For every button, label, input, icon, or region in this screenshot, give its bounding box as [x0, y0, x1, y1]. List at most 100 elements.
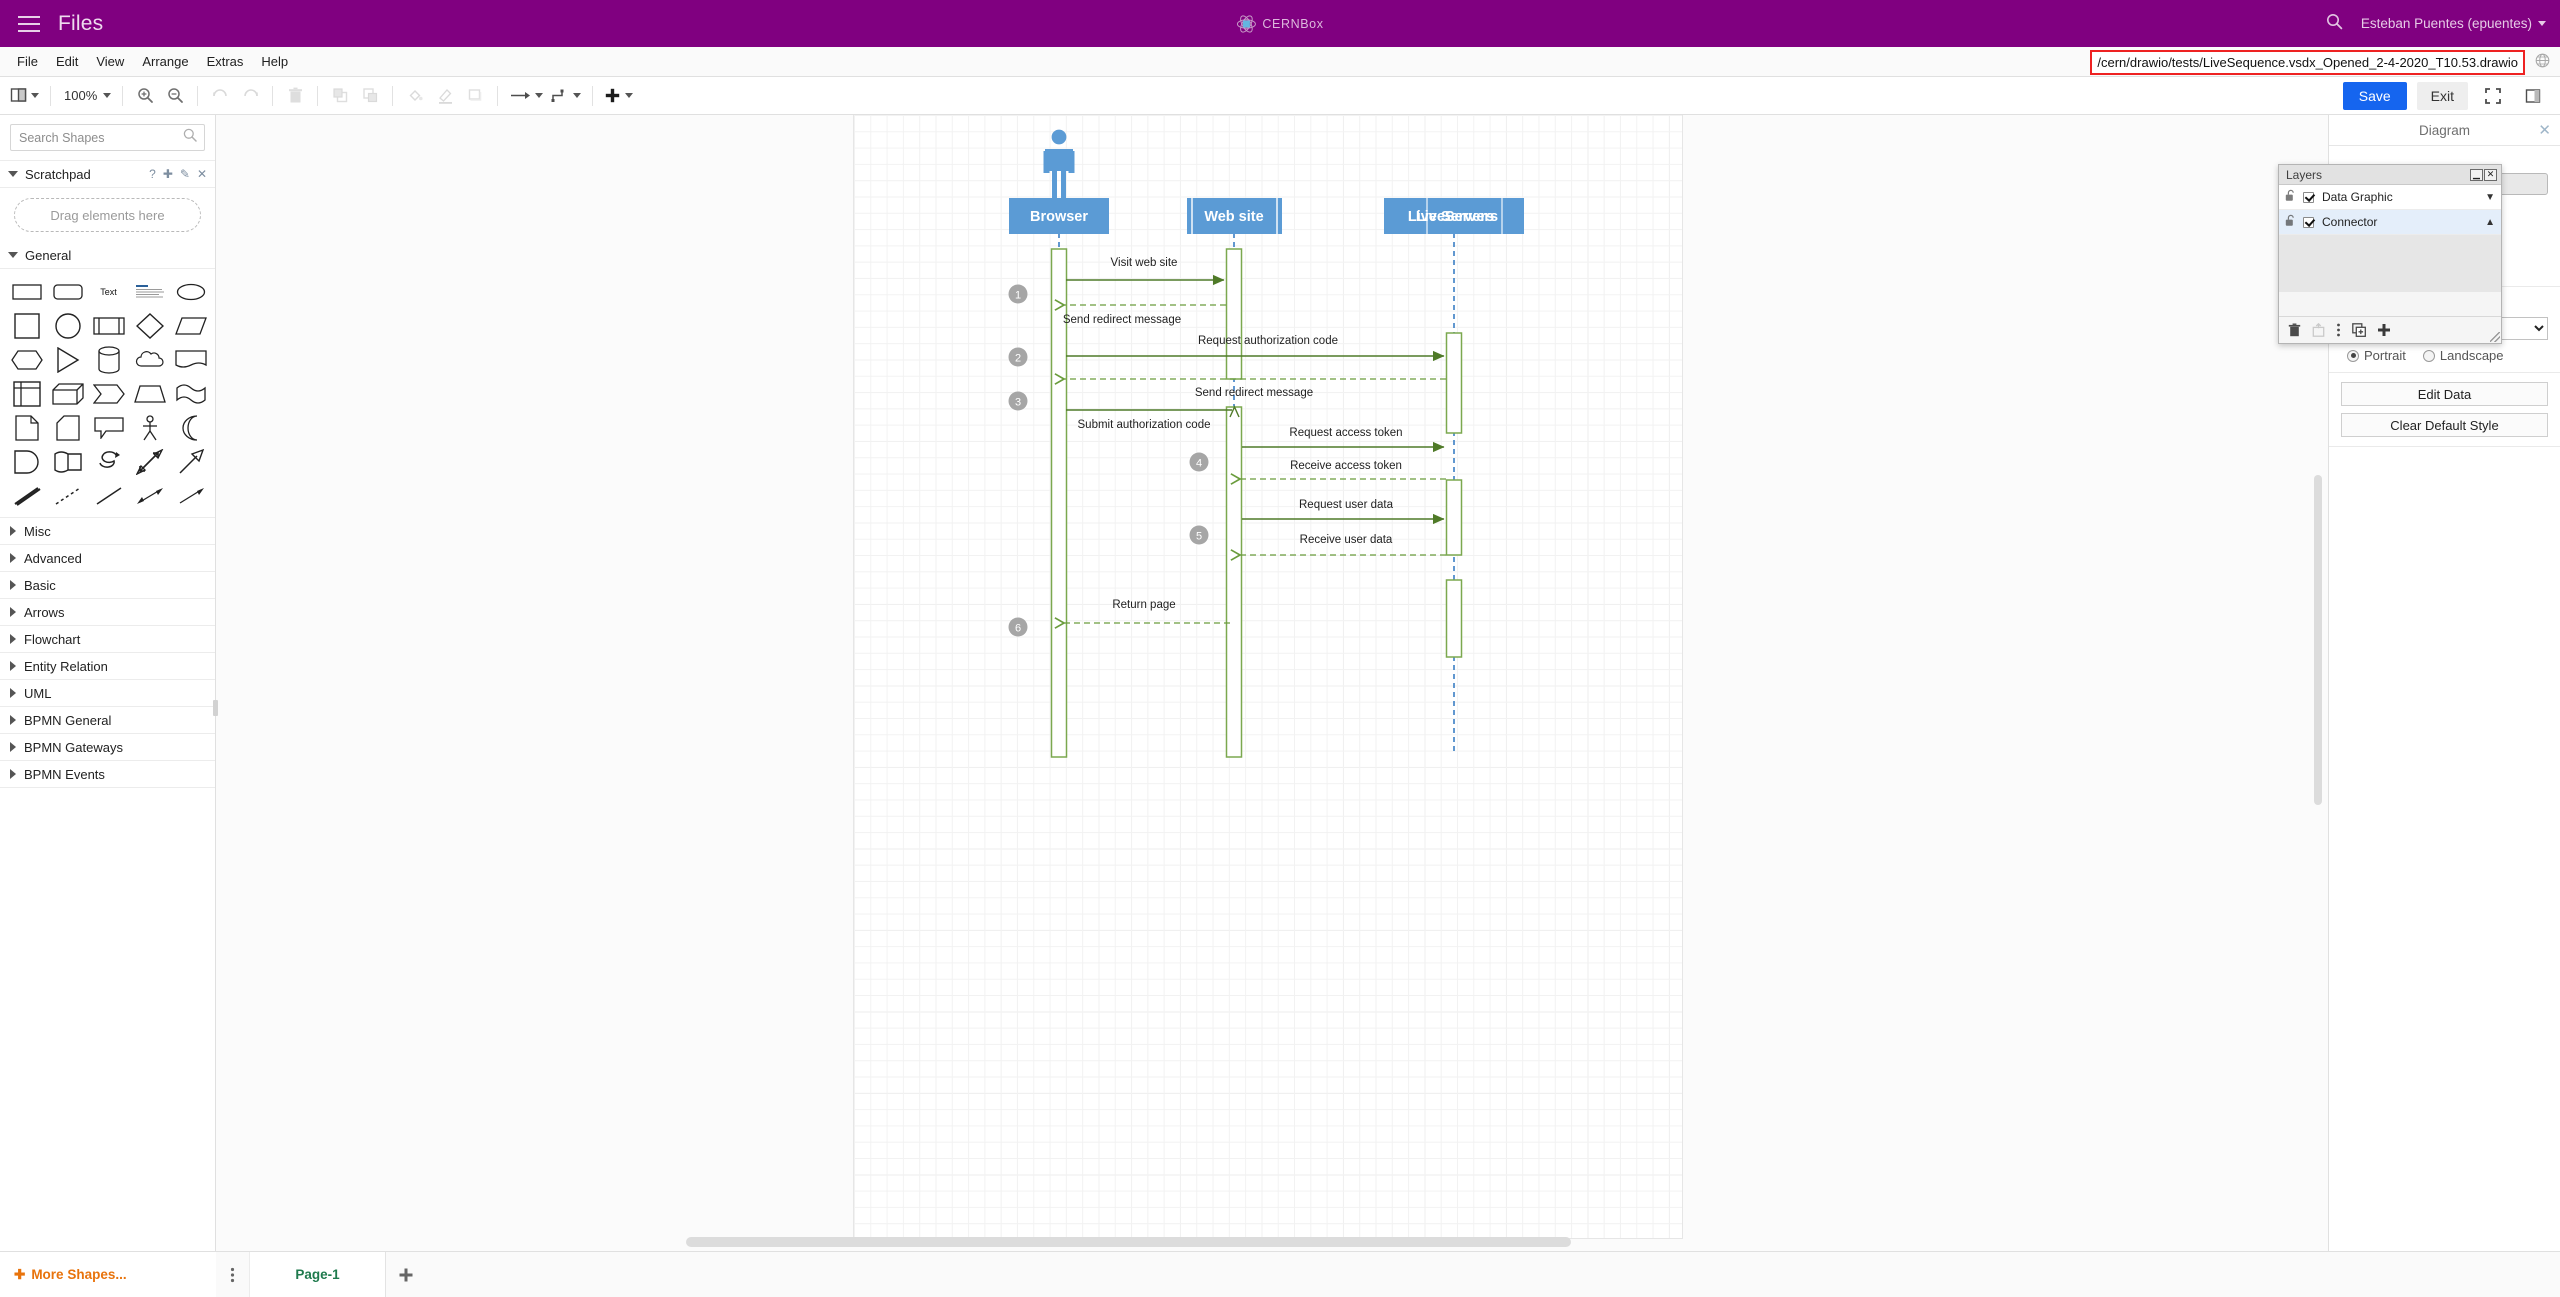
sidebar-section-entity-relation[interactable]: Entity Relation [0, 653, 215, 680]
shape-delay[interactable] [6, 445, 47, 479]
trash-icon[interactable] [280, 81, 310, 111]
shape-line-dashed[interactable] [47, 479, 88, 513]
unlock-icon[interactable] [2285, 189, 2297, 205]
shape-cube[interactable] [47, 377, 88, 411]
shape-note[interactable] [6, 411, 47, 445]
clear-default-style-button[interactable]: Clear Default Style [2341, 413, 2548, 437]
close-icon[interactable]: ✕ [2484, 168, 2497, 181]
fill-color-icon[interactable] [400, 81, 430, 111]
menu-edit[interactable]: Edit [47, 51, 87, 72]
duplicate-layer-icon[interactable] [2352, 323, 2366, 337]
add-layer-icon[interactable] [2377, 323, 2391, 337]
panel-resize-handle[interactable] [213, 700, 218, 716]
hamburger-icon[interactable] [18, 15, 40, 32]
zoom-dropdown[interactable]: 100% [58, 81, 115, 111]
menu-arrange[interactable]: Arrange [133, 51, 197, 72]
shape-s-curve[interactable] [88, 445, 129, 479]
save-button[interactable]: Save [2342, 81, 2407, 110]
menu-help[interactable]: Help [252, 51, 297, 72]
move-selection-to-icon[interactable] [2312, 323, 2325, 337]
sidebar-section-misc[interactable]: Misc [0, 518, 215, 545]
shape-text[interactable]: Text [88, 275, 129, 309]
scratchpad-dropzone[interactable]: Drag elements here [14, 198, 201, 232]
shape-trapezoid[interactable] [129, 377, 170, 411]
section-general[interactable]: General [0, 242, 215, 269]
send-to-back-icon[interactable] [355, 81, 385, 111]
sidebar-section-basic[interactable]: Basic [0, 572, 215, 599]
shape-hexagon[interactable] [6, 343, 47, 377]
sidebar-section-advanced[interactable]: Advanced [0, 545, 215, 572]
page-menu-icon[interactable] [216, 1252, 250, 1297]
help-icon[interactable]: ? [149, 167, 156, 181]
layer-move-down-icon[interactable]: ▼ [2485, 192, 2495, 203]
shape-line-plain[interactable] [88, 479, 129, 513]
sidebar-section-uml[interactable]: UML [0, 680, 215, 707]
landscape-radio[interactable] [2422, 349, 2435, 362]
shape-document2[interactable] [47, 445, 88, 479]
layer-visibility-checkbox[interactable] [2303, 216, 2314, 228]
fullscreen-icon[interactable] [2478, 81, 2508, 111]
search-icon[interactable] [183, 128, 197, 147]
search-icon[interactable] [2326, 13, 2343, 35]
edit-icon[interactable]: ✎ [180, 167, 190, 181]
waypoints-icon[interactable] [547, 81, 585, 111]
menu-extras[interactable]: Extras [198, 51, 253, 72]
shape-rectangle[interactable] [6, 275, 47, 309]
layers-dialog-titlebar[interactable]: Layers ▁ ✕ [2279, 165, 2501, 185]
shape-step[interactable] [88, 377, 129, 411]
shape-line-arrow[interactable] [170, 479, 211, 513]
shape-card[interactable] [47, 411, 88, 445]
hscroll-thumb[interactable] [686, 1237, 1571, 1247]
shape-double-arrow[interactable] [129, 445, 170, 479]
shape-circle[interactable] [47, 309, 88, 343]
view-layout-icon[interactable] [6, 81, 43, 111]
shape-process[interactable] [88, 309, 129, 343]
layer-visibility-checkbox[interactable] [2303, 191, 2314, 203]
shape-diamond[interactable] [129, 309, 170, 343]
sidebar-section-bpmn-events[interactable]: BPMN Events [0, 761, 215, 788]
connection-arrow-icon[interactable] [505, 81, 547, 111]
plus-insert-icon[interactable] [600, 81, 637, 111]
unlock-icon[interactable] [2285, 214, 2297, 230]
layer-row[interactable]: Connector ▲ [2279, 210, 2501, 235]
shape-callout[interactable] [88, 411, 129, 445]
shape-cylinder[interactable] [88, 343, 129, 377]
sidebar-section-flowchart[interactable]: Flowchart [0, 626, 215, 653]
page-sheet[interactable]: Browser Web site Live Servers LiveServer… [853, 115, 1683, 1239]
shape-parallelogram[interactable] [170, 309, 211, 343]
shape-arrow[interactable] [170, 445, 211, 479]
zoom-out-icon[interactable] [160, 81, 190, 111]
shape-internal-storage[interactable] [6, 377, 47, 411]
add-icon[interactable]: ✚ [163, 167, 173, 181]
shape-textbox[interactable] [129, 275, 170, 309]
shape-actor[interactable] [129, 411, 170, 445]
edit-data-button[interactable]: Edit Data [2341, 382, 2548, 406]
search-input[interactable] [11, 130, 204, 145]
shape-ellipse[interactable] [170, 275, 211, 309]
shape-line-double[interactable] [6, 479, 47, 513]
vscroll-thumb[interactable] [2314, 475, 2322, 805]
horizontal-scrollbar[interactable] [216, 1237, 2328, 1249]
search-shapes-box[interactable] [10, 124, 205, 151]
shape-rounded-rectangle[interactable] [47, 275, 88, 309]
shadow-icon[interactable] [460, 81, 490, 111]
line-color-icon[interactable] [430, 81, 460, 111]
close-icon[interactable]: ✕ [2538, 123, 2551, 138]
layers-dialog[interactable]: Layers ▁ ✕ Data Graphic ▼ Connector ▲ [2278, 164, 2502, 344]
delete-layer-icon[interactable] [2288, 323, 2301, 337]
globe-icon[interactable] [2535, 53, 2550, 73]
shape-triangle[interactable] [47, 343, 88, 377]
shape-tape[interactable] [170, 377, 211, 411]
bring-to-front-icon[interactable] [325, 81, 355, 111]
exit-button[interactable]: Exit [2416, 81, 2468, 110]
portrait-radio[interactable] [2347, 349, 2359, 362]
close-icon[interactable]: ✕ [197, 167, 207, 181]
sidebar-section-arrows[interactable]: Arrows [0, 599, 215, 626]
menu-view[interactable]: View [87, 51, 133, 72]
zoom-in-icon[interactable] [130, 81, 160, 111]
menu-file[interactable]: File [8, 51, 47, 72]
shape-or[interactable] [170, 411, 211, 445]
shape-square[interactable] [6, 309, 47, 343]
shape-cloud[interactable] [129, 343, 170, 377]
sidebar-section-bpmn-general[interactable]: BPMN General [0, 707, 215, 734]
